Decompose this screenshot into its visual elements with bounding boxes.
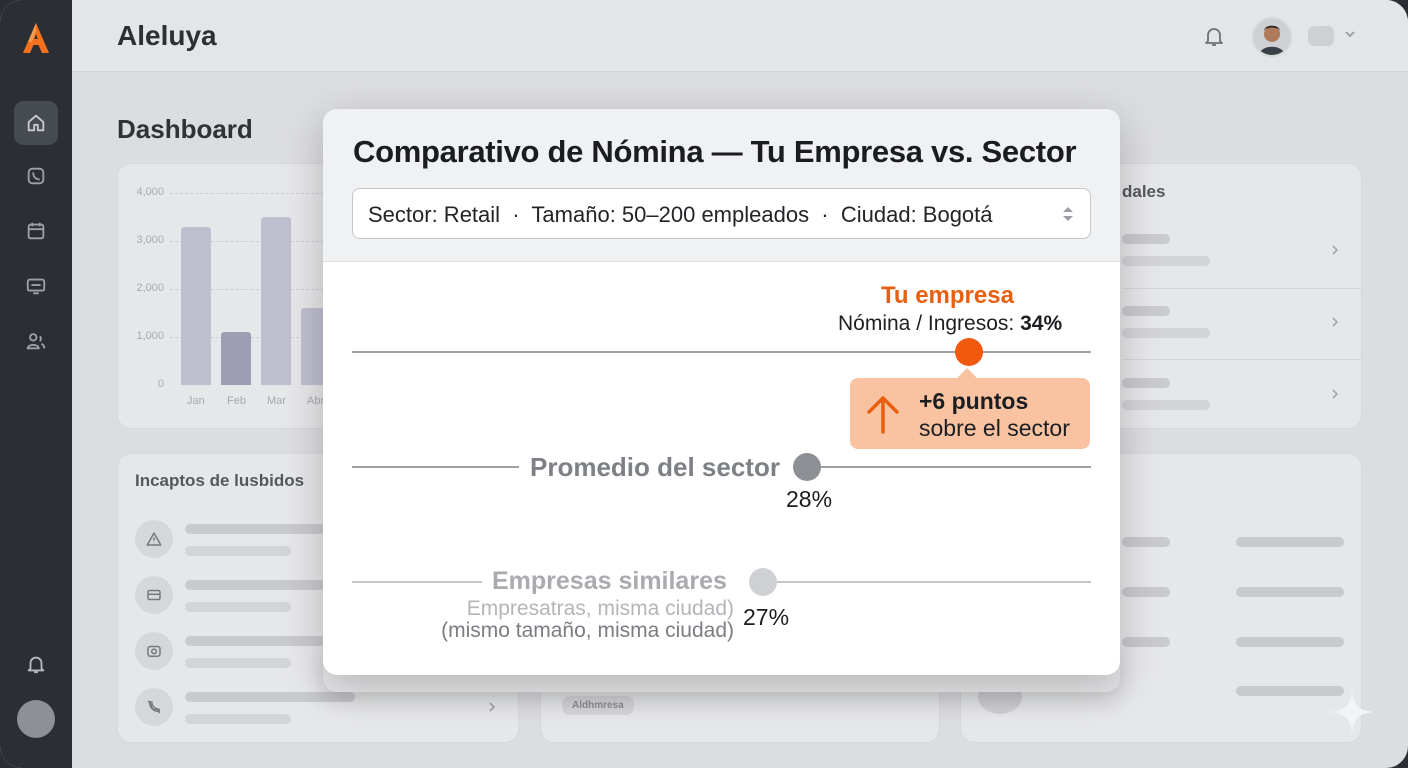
calendar-icon xyxy=(27,222,45,240)
sector-value: 28% xyxy=(786,486,833,512)
warning-icon xyxy=(135,520,173,558)
similar-value: 27% xyxy=(743,604,790,630)
skeleton-line xyxy=(185,658,291,668)
user-menu-pill[interactable] xyxy=(1308,26,1334,46)
camera-icon xyxy=(135,632,173,670)
skeleton-line xyxy=(1236,537,1344,547)
skeleton-line xyxy=(1236,587,1344,597)
chevron-down-icon[interactable] xyxy=(1342,26,1358,42)
bar-mar xyxy=(261,217,291,385)
sidebar-item-calls[interactable] xyxy=(14,154,58,198)
y-tick-label: 2,000 xyxy=(136,282,164,294)
skeleton-line xyxy=(185,714,291,724)
incidents-card-title: Incaptos de lusbidos xyxy=(135,471,305,490)
skeleton-line xyxy=(1122,537,1170,547)
skeleton-line xyxy=(185,602,291,612)
skeleton-line xyxy=(1122,637,1170,647)
callout-text: sobre el sector xyxy=(919,415,1070,441)
x-tick-label: Jan xyxy=(187,395,205,407)
skeleton-line xyxy=(1122,400,1210,410)
sidebar-item-team[interactable] xyxy=(14,319,58,363)
sector-label: Promedio del sector xyxy=(530,452,780,482)
top-header: Aleluya xyxy=(72,0,1408,72)
chevron-right-icon[interactable] xyxy=(1328,315,1342,329)
x-tick-label: Mar xyxy=(267,395,286,407)
company-metric-value: 34% xyxy=(1020,312,1063,335)
chevron-right-icon[interactable] xyxy=(1328,387,1342,401)
skeleton-line xyxy=(1122,328,1210,338)
bar-jan xyxy=(181,226,211,385)
sidebar-item-reports[interactable] xyxy=(14,264,58,308)
chevron-right-icon[interactable] xyxy=(485,700,499,714)
select-arrows-icon xyxy=(1063,207,1073,221)
divider xyxy=(1122,359,1362,360)
company-metric-label: Nómina / Ingresos: xyxy=(838,312,1021,335)
y-tick-label: 3,000 xyxy=(136,234,164,246)
phone-off-icon xyxy=(135,688,173,726)
skeleton-line xyxy=(1122,256,1210,266)
sidebar-item-calendar[interactable] xyxy=(14,209,58,253)
filter-select[interactable]: Sector: Retail · Tamaño: 50–200 empleado… xyxy=(352,188,1091,239)
sparkle-icon xyxy=(1330,690,1374,734)
callout-points: +6 puntos xyxy=(919,388,1029,414)
avatar[interactable] xyxy=(17,700,55,738)
phone-icon xyxy=(27,167,45,185)
similar-note-line2: (mismo tamaño, misma ciudad) xyxy=(441,619,734,642)
similar-label: Empresas similares xyxy=(492,567,727,595)
page-title: Dashboard xyxy=(117,114,253,144)
similar-marker xyxy=(749,568,777,596)
similar-note-line1: Empresatras, misma ciudad) xyxy=(466,597,734,620)
card-icon xyxy=(135,576,173,614)
divider xyxy=(1122,288,1362,289)
x-tick-label: Abr xyxy=(307,395,325,407)
filter-value: Sector: Retail · Tamaño: 50–200 empleado… xyxy=(368,202,993,227)
skeleton-line xyxy=(1122,378,1170,388)
sector-marker xyxy=(793,453,821,481)
bar-feb xyxy=(221,332,251,385)
user-photo-icon xyxy=(1254,19,1290,55)
company-marker xyxy=(955,338,983,366)
skeleton-line xyxy=(185,580,325,590)
difference-callout: +6 puntos sobre el sector xyxy=(850,378,1090,449)
skeleton-line xyxy=(1122,234,1170,244)
user-avatar[interactable] xyxy=(1252,17,1292,57)
notification-bell-icon[interactable] xyxy=(1202,24,1226,48)
app-window: Aleluya Dashboard dales Incaptos de lusb… xyxy=(0,0,1408,768)
skeleton-line xyxy=(185,524,325,534)
skeleton-line xyxy=(1122,587,1170,597)
similar-track-right xyxy=(763,581,1091,583)
callout-pointer xyxy=(957,368,977,378)
payroll-comparison-modal: Comparativo de Nómina — Tu Empresa vs. S… xyxy=(323,109,1120,675)
skeleton-line xyxy=(185,636,325,646)
y-tick-label: 4,000 xyxy=(136,186,164,198)
sector-track-right xyxy=(807,466,1091,468)
skeleton-line xyxy=(1122,306,1170,316)
sidebar xyxy=(0,0,72,768)
right-card-title: dales xyxy=(1122,182,1166,201)
skeleton-line xyxy=(1236,637,1344,647)
home-icon xyxy=(27,114,45,132)
sector-track-left xyxy=(352,466,519,468)
arrow-up-icon xyxy=(867,396,899,434)
similar-track-left xyxy=(352,581,482,583)
status-tag: Aldhmresa xyxy=(562,696,634,715)
users-icon xyxy=(26,333,46,350)
monitor-icon xyxy=(26,278,46,295)
company-metric: Nómina / Ingresos: 34% xyxy=(838,312,1062,336)
bell-icon[interactable] xyxy=(25,653,47,675)
skeleton-line xyxy=(185,692,355,702)
x-tick-label: Feb xyxy=(227,395,246,407)
similar-note: Empresatras, misma ciudad) (mismo tamaño… xyxy=(441,598,734,642)
chevron-right-icon[interactable] xyxy=(1328,243,1342,257)
app-title: Aleluya xyxy=(117,20,217,51)
logo-icon[interactable] xyxy=(18,20,54,56)
y-tick-label: 0 xyxy=(157,378,164,390)
sidebar-item-home[interactable] xyxy=(14,101,58,145)
modal-header: Comparativo de Nómina — Tu Empresa vs. S… xyxy=(323,109,1120,262)
skeleton-line xyxy=(185,546,291,556)
modal-title: Comparativo de Nómina — Tu Empresa vs. S… xyxy=(353,134,1077,169)
company-label: Tu empresa xyxy=(881,282,1014,309)
y-tick-label: 1,000 xyxy=(136,330,164,342)
